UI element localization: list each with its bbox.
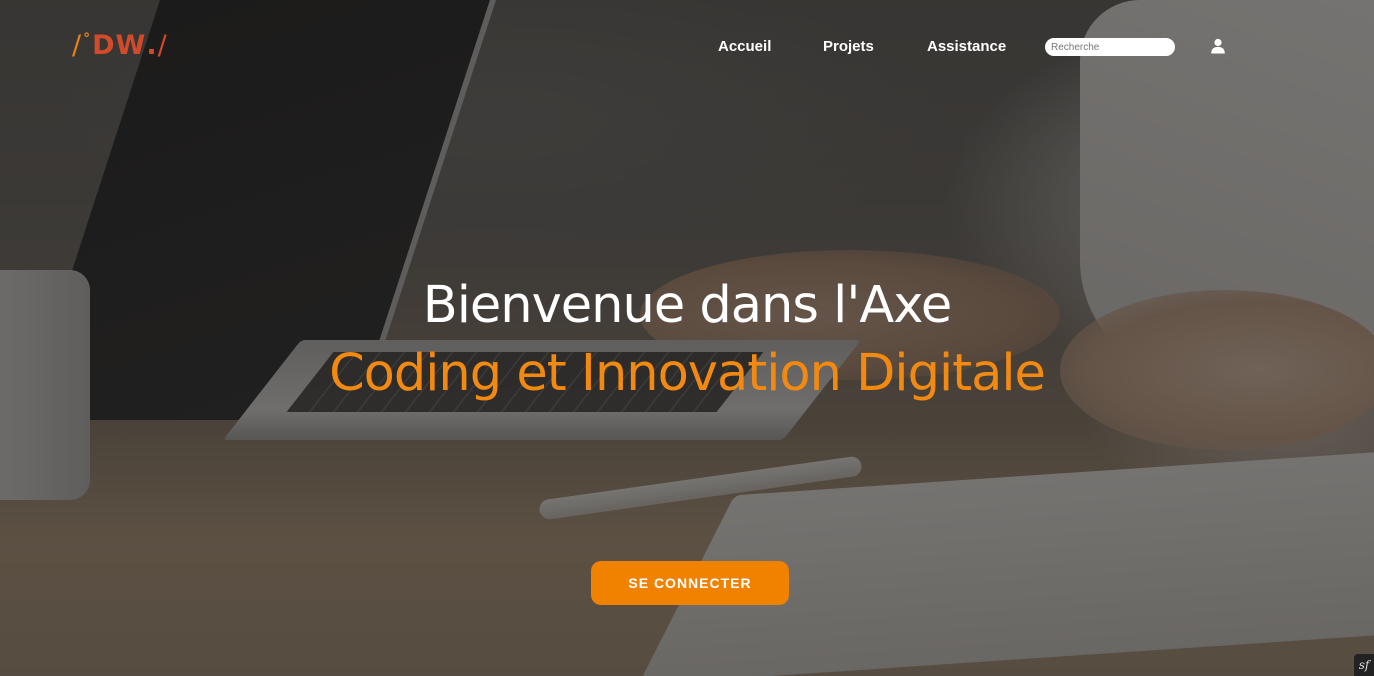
login-button[interactable]: SE CONNECTER (591, 561, 789, 605)
symfony-debug-icon[interactable]: sf (1354, 654, 1374, 676)
logo-dot: . (146, 29, 158, 61)
site-header: / ° DW . / Accueil Projets Assistance (0, 0, 1374, 92)
logo-slash-end: / (157, 29, 168, 61)
hero-subtitle: Coding et Innovation Digitale (329, 344, 1046, 403)
site-logo[interactable]: / ° DW . / (72, 28, 168, 62)
search-input[interactable] (1045, 38, 1175, 56)
nav-link-assistance[interactable]: Assistance (927, 38, 1006, 55)
hero-title: Bienvenue dans l'Axe (422, 276, 952, 335)
logo-mark: ° (83, 31, 92, 47)
logo-slash-start: / (72, 29, 83, 61)
nav-link-accueil[interactable]: Accueil (718, 38, 771, 55)
nav-link-projets[interactable]: Projets (823, 38, 874, 55)
user-icon[interactable] (1210, 38, 1226, 54)
user-icon-graphic (1211, 38, 1225, 54)
logo-letters: DW (92, 29, 147, 61)
